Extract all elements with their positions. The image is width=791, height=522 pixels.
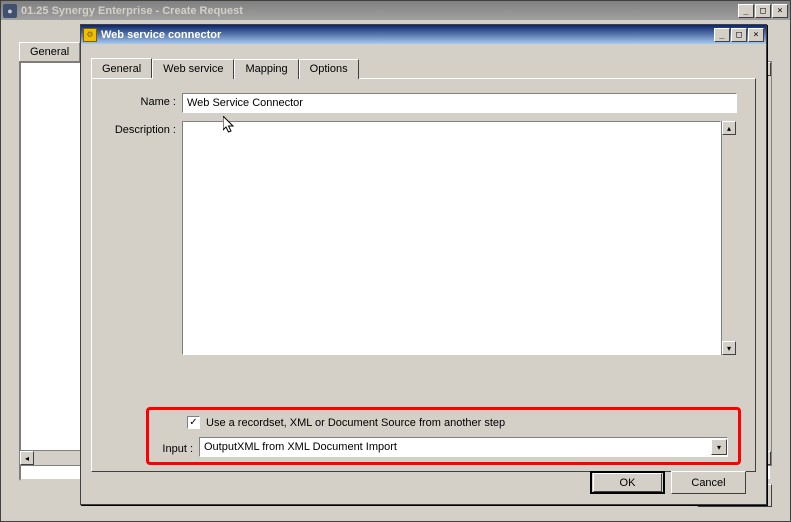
dialog-close-button[interactable]: × [748, 28, 764, 42]
parent-tab-general[interactable]: General [19, 42, 80, 61]
description-textarea[interactable] [182, 121, 721, 355]
dialog-maximize-button[interactable]: □ [731, 28, 747, 42]
minimize-button[interactable]: _ [738, 4, 754, 18]
parent-titlebar[interactable]: ● 01.25 Synergy Enterprise - Create Requ… [1, 1, 790, 20]
description-label: Description : [110, 121, 182, 136]
tab-options[interactable]: Options [299, 59, 359, 79]
scroll-left-icon[interactable]: ◂ [20, 451, 34, 465]
dialog-minimize-button[interactable]: _ [714, 28, 730, 42]
parent-title: 01.25 Synergy Enterprise - Create Reques… [21, 5, 738, 17]
scroll-down-icon[interactable]: ▾ [722, 341, 736, 355]
tab-general[interactable]: General [91, 58, 152, 78]
highlight-region: ✓ Use a recordset, XML or Document Sourc… [146, 407, 741, 465]
maximize-button[interactable]: □ [755, 4, 771, 18]
cancel-button[interactable]: Cancel [671, 471, 746, 494]
checkbox-label: Use a recordset, XML or Document Source … [206, 417, 505, 429]
use-recordset-checkbox[interactable]: ✓ [187, 416, 200, 429]
tab-panel-general: Name : Description : ▴ ▾ ✓ Use a records… [91, 78, 756, 472]
input-label: Input : [159, 440, 199, 455]
input-select-value: OutputXML from XML Document Import [204, 441, 397, 453]
dialog-title: Web service connector [101, 29, 714, 41]
connector-icon: ⚙ [83, 28, 97, 42]
name-label: Name : [110, 93, 182, 108]
ok-button[interactable]: OK [590, 471, 665, 494]
close-button[interactable]: × [772, 4, 788, 18]
input-select[interactable]: OutputXML from XML Document Import ▾ [199, 437, 728, 457]
dialog-window: ⚙ Web service connector _ □ × General We… [80, 24, 767, 505]
tab-mapping[interactable]: Mapping [234, 59, 298, 79]
name-input[interactable] [182, 93, 737, 113]
dialog-titlebar[interactable]: ⚙ Web service connector _ □ × [81, 25, 766, 44]
chevron-down-icon[interactable]: ▾ [711, 439, 727, 455]
description-scrollbar[interactable]: ▴ ▾ [721, 121, 737, 355]
tab-webservice[interactable]: Web service [152, 59, 234, 79]
app-icon: ● [3, 4, 17, 18]
scroll-up-icon[interactable]: ▴ [722, 121, 736, 135]
